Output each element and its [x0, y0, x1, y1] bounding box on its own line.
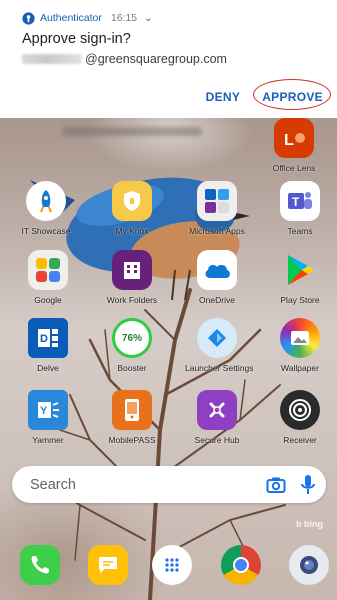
- app-label: IT Showcase: [21, 226, 71, 236]
- app-booster[interactable]: 76% Booster: [100, 318, 164, 373]
- app-label: MobilePASS: [108, 435, 156, 445]
- play-store-icon: [280, 250, 320, 290]
- camera-icon[interactable]: [266, 476, 286, 494]
- redacted-username: [22, 54, 82, 64]
- authenticator-app-icon: [22, 11, 35, 25]
- microphone-icon[interactable]: [300, 474, 316, 496]
- app-google[interactable]: Google: [16, 250, 80, 305]
- phone-icon: [31, 556, 49, 574]
- app-label: Secure Hub: [194, 435, 240, 445]
- cloud-icon: [197, 250, 237, 290]
- app-it-showcase[interactable]: IT Showcase: [14, 181, 78, 236]
- chrome-icon: [233, 557, 249, 573]
- app-label: Yammer: [32, 435, 64, 445]
- app-label: Launcher Settings: [185, 363, 254, 373]
- app-mobilepass[interactable]: MobilePASS: [100, 390, 164, 445]
- app-receiver[interactable]: Receiver: [268, 390, 332, 445]
- app-launcher-settings[interactable]: Launcher Settings: [185, 318, 254, 373]
- mobilepass-icon: [112, 390, 152, 430]
- app-play-store[interactable]: Play Store: [268, 250, 332, 305]
- yammer-icon: Y: [28, 390, 68, 430]
- chevron-down-icon[interactable]: ⌄: [144, 13, 152, 24]
- app-label: Google: [34, 295, 62, 305]
- svg-text:Y: Y: [40, 405, 48, 417]
- svg-text:D: D: [40, 333, 48, 345]
- authenticator-notification[interactable]: Authenticator 16:15 ⌄ Approve sign-in? @…: [0, 0, 337, 118]
- booster-gauge-icon: 76%: [112, 318, 152, 358]
- app-label: Booster: [117, 363, 147, 373]
- app-wallpaper[interactable]: Wallpaper: [268, 318, 332, 373]
- app-label: Office Lens: [272, 163, 316, 173]
- google-folder-icon: [28, 250, 68, 290]
- shield-icon: [112, 181, 152, 221]
- camera-lens-icon: [300, 556, 318, 574]
- blurred-banner: [62, 127, 202, 136]
- dock-app-drawer[interactable]: [152, 545, 192, 585]
- app-label: Work Folders: [106, 295, 158, 305]
- app-work-folders[interactable]: Work Folders: [100, 250, 164, 305]
- building-icon: [112, 250, 152, 290]
- search-placeholder[interactable]: Search: [30, 477, 266, 493]
- delve-icon: D: [28, 318, 68, 358]
- app-label: Wallpaper: [281, 363, 319, 373]
- app-onedrive[interactable]: OneDrive: [185, 250, 249, 305]
- app-office-lens[interactable]: L Office Lens: [262, 118, 326, 173]
- dock-chrome[interactable]: [221, 545, 261, 585]
- app-label: Delve: [37, 363, 59, 373]
- app-microsoft-apps[interactable]: Microsoft Apps: [185, 181, 249, 236]
- app-teams[interactable]: T Teams: [268, 181, 332, 236]
- office-lens-icon: L: [274, 118, 314, 158]
- notification-app-name: Authenticator: [40, 12, 102, 24]
- app-label: OneDrive: [199, 295, 235, 305]
- wallpaper-icon: [280, 318, 320, 358]
- dock-camera[interactable]: [289, 545, 329, 585]
- search-bar[interactable]: Search: [12, 466, 326, 503]
- notification-header: Authenticator 16:15 ⌄: [22, 10, 323, 26]
- deny-button[interactable]: DENY: [206, 90, 241, 104]
- svg-text:L: L: [284, 132, 294, 149]
- app-label: Microsoft Apps: [189, 226, 245, 236]
- rocket-icon: [26, 181, 66, 221]
- bing-watermark: b bing: [296, 519, 323, 529]
- app-delve[interactable]: D Delve: [16, 318, 80, 373]
- app-label: Play Store: [280, 295, 320, 305]
- svg-text:T: T: [292, 195, 300, 209]
- launcher-settings-icon: [197, 318, 237, 358]
- notification-time: 16:15: [110, 12, 138, 24]
- teams-icon: T: [280, 181, 320, 221]
- app-label: Receiver: [283, 435, 317, 445]
- app-my-knox[interactable]: My Knox: [100, 181, 164, 236]
- chat-icon: [99, 557, 117, 573]
- search-actions: [266, 474, 316, 496]
- highlight-ring: [253, 79, 332, 110]
- folder-icon: [197, 181, 237, 221]
- app-label: Teams: [287, 226, 313, 236]
- app-yammer[interactable]: Y Yammer: [16, 390, 80, 445]
- notification-account: @greensquaregroup.com: [22, 52, 323, 66]
- app-secure-hub[interactable]: Secure Hub: [185, 390, 249, 445]
- booster-percentage: 76%: [121, 332, 142, 344]
- secure-hub-icon: [197, 390, 237, 430]
- app-label: My Knox: [115, 226, 149, 236]
- approve-highlight: APPROVE: [253, 79, 332, 110]
- notification-title: Approve sign-in?: [22, 31, 131, 47]
- dock-messages[interactable]: [88, 545, 128, 585]
- dock-phone[interactable]: [20, 545, 60, 585]
- notification-actions: DENY APPROVE: [206, 79, 332, 110]
- app-drawer-icon: [165, 558, 179, 572]
- receiver-icon: [280, 390, 320, 430]
- notification-email-domain: @greensquaregroup.com: [85, 52, 227, 66]
